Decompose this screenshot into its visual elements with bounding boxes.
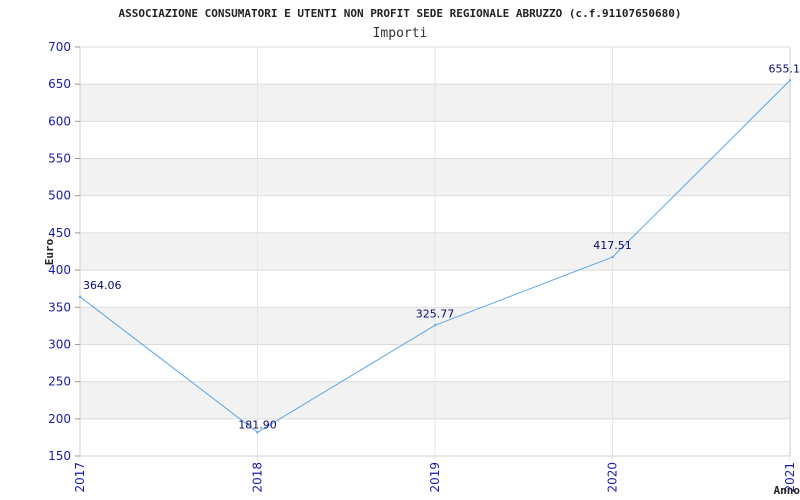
y-tick-label: 200 (48, 412, 71, 426)
data-label: 181.90 (238, 418, 277, 431)
y-axis-label: Euro (43, 238, 56, 265)
y-tick-label: 300 (48, 337, 71, 351)
y-tick-label: 650 (48, 77, 71, 91)
data-label: 655.1 (769, 62, 800, 75)
x-axis-label: Anno (774, 484, 800, 497)
y-tick-label: 350 (48, 300, 71, 314)
chart-subtitle: Importi (373, 26, 428, 41)
data-point (256, 431, 259, 434)
data-label: 417.51 (593, 239, 632, 252)
data-label: 364.06 (83, 279, 122, 292)
line-chart: 150200250300350400450500550600650700 201… (43, 7, 800, 497)
y-tick-label: 600 (48, 114, 71, 128)
data-point (611, 255, 614, 259)
y-tick-label: 450 (48, 226, 71, 240)
x-tick-label: 2017 (73, 462, 87, 493)
data-point (788, 79, 792, 82)
x-axis-ticks: 2017 2018 2019 2020 2021 (73, 462, 797, 493)
y-tick-label: 250 (48, 375, 71, 389)
x-tick-label: 2020 (606, 462, 620, 493)
y-tick-label: 150 (48, 449, 71, 463)
y-tick-label: 500 (48, 189, 71, 203)
data-point (433, 324, 437, 327)
chart-title: ASSOCIAZIONE CONSUMATORI E UTENTI NON PR… (119, 7, 682, 20)
x-tick-label: 2018 (251, 462, 265, 493)
y-tick-label: 700 (48, 40, 71, 54)
data-label: 325.77 (416, 307, 455, 320)
data-point (78, 295, 82, 299)
y-tick-label: 550 (48, 152, 71, 166)
x-tick-label: 2019 (428, 462, 442, 493)
